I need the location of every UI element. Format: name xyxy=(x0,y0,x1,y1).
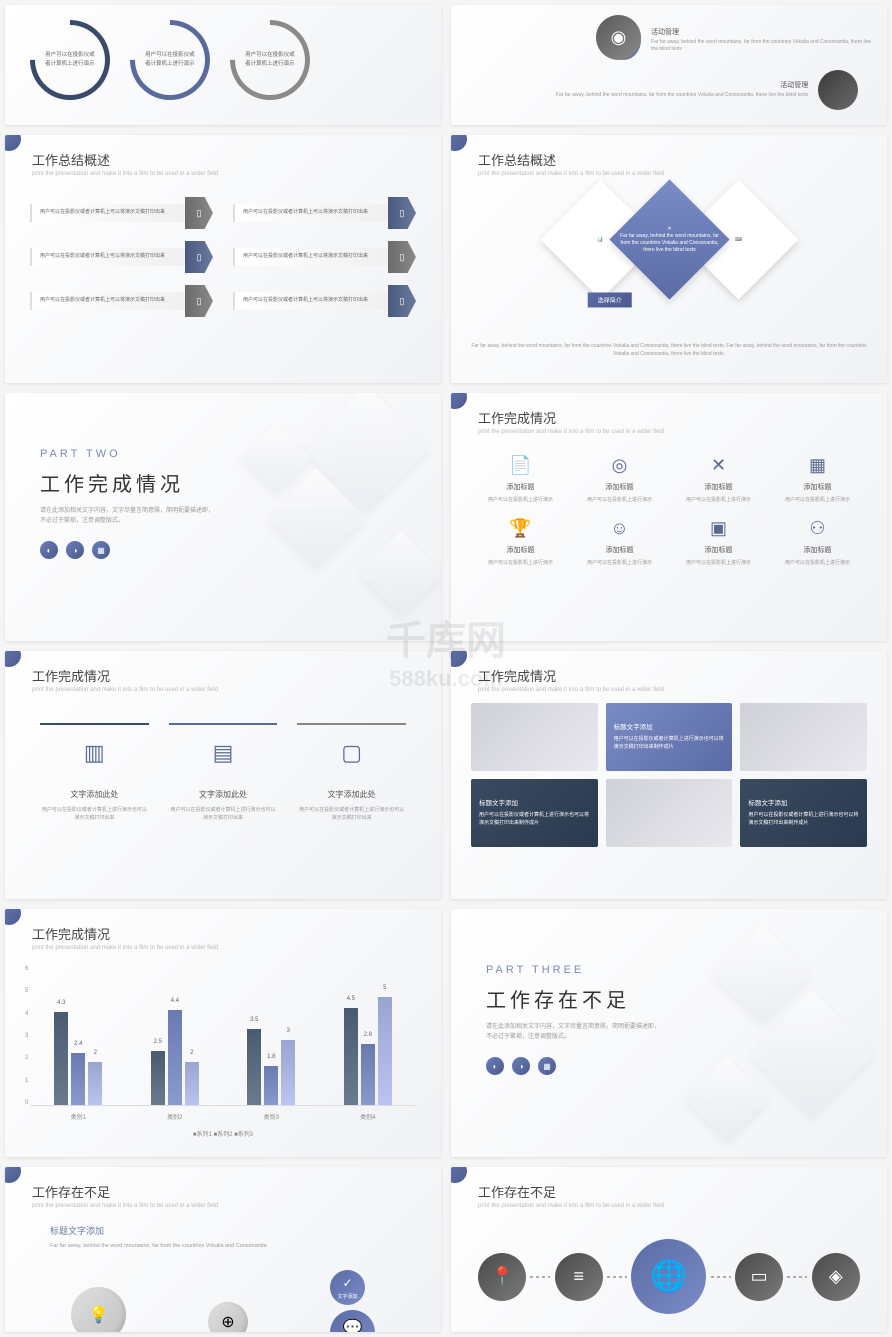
phone-icon: ▯ xyxy=(185,285,213,317)
activity-title-1: 活动管理 xyxy=(651,27,872,37)
slide-deficiency-bubbles: 工作存在不足 print the presentation and make i… xyxy=(5,1167,441,1332)
trophy-icon: 🏆 xyxy=(476,518,565,539)
slide-subtitle: print the presentation and make it into … xyxy=(32,1203,426,1209)
arrow-text: 用户可以在投影仪或者计算机上可以将演示文稿打印出来 xyxy=(233,292,388,310)
bulb-icon: 💡 xyxy=(71,1287,126,1332)
slide-activity: ⊞ 活动管理 Far far away, behind the word mou… xyxy=(451,5,887,125)
window-icon: ▢ xyxy=(297,723,406,781)
bar-chart: 6543210 4.32.422.54.423.51.834.52.85 类别1… xyxy=(20,951,426,1131)
arrow-text: 用户可以在投影仪或者计算机上可以将演示文稿打印出来 xyxy=(30,248,185,266)
diamond-center: ✕Far far away, behind the word mountains… xyxy=(609,179,729,299)
circle-2: 用户可以在投影仪或者计算机上进行演示 xyxy=(113,5,226,117)
slide-summary-arrows: 工作总结概述 print the presentation and make i… xyxy=(5,135,441,383)
diamond-label: 选择简介 xyxy=(587,292,631,307)
chart-icon: ▥ xyxy=(40,723,149,781)
text-card: 标题文字添加用户可以在投影仪或者计算机上进行演示也可以将演示文稿打印出来制作成片 xyxy=(471,779,598,847)
globe-icon: ⊕ xyxy=(208,1302,248,1332)
slide-summary-diamonds: 工作总结概述 print the presentation and make i… xyxy=(451,135,887,383)
part-label: PART TWO xyxy=(40,448,426,460)
slide-part-three: PART THREE 工作存在不足 请在此添加相关文字内容，文字尽量言简意赅，简… xyxy=(451,909,887,1157)
slide-title: 工作完成情况 xyxy=(478,408,872,427)
phone-icon: ▯ xyxy=(388,197,416,229)
globe-icon: 🌐 xyxy=(631,1239,706,1314)
building-icon: ▤ xyxy=(169,723,278,781)
chat-icon: 💬文字添加 xyxy=(330,1310,375,1332)
apple-icon xyxy=(818,70,858,110)
activity-desc-1: Far far away, behind the word mountains,… xyxy=(651,39,872,54)
slide-deficiency-flow: 工作存在不足 print the presentation and make i… xyxy=(451,1167,887,1332)
icon-2: ◑ xyxy=(512,1057,530,1075)
arrow-text: 用户可以在投影仪或者计算机上可以将演示文稿打印出来 xyxy=(233,204,388,222)
part-title: 工作完成情况 xyxy=(40,468,426,497)
head-icon: ☺ xyxy=(575,518,664,539)
img-card xyxy=(606,779,733,847)
tools-icon: ✕ xyxy=(674,455,763,476)
activity-desc-2: Far far away, behind the word mountains,… xyxy=(556,92,808,100)
slide-circles: 用户可以在投影仪或者计算机上进行演示 用户可以在投影仪或者计算机上进行演示 用户… xyxy=(5,5,441,125)
icon-3: ▦ xyxy=(538,1057,556,1075)
camera-icon: ◉ xyxy=(596,15,641,60)
activity-title-2: 活动管理 xyxy=(556,80,808,90)
slide-part-two: PART TWO 工作完成情况 请在此添加相关文字内容，文字尽量言简意赅，简明扼… xyxy=(5,393,441,641)
news-icon: ▦ xyxy=(773,455,862,476)
img-card xyxy=(471,703,598,771)
icon-2: ◑ xyxy=(66,541,84,559)
img-card xyxy=(740,703,867,771)
diamond-icon: ◈ xyxy=(812,1253,860,1301)
slide-title: 工作存在不足 xyxy=(478,1182,872,1201)
circle-3: 用户可以在投影仪或者计算机上进行演示 xyxy=(213,5,326,117)
people-icon: ⚇ xyxy=(773,518,862,539)
phone-icon: ▯ xyxy=(388,285,416,317)
slide-title: 工作总结概述 xyxy=(478,150,872,169)
phone-icon: ▯ xyxy=(185,197,213,229)
diamond-desc: Far far away, behind the word mountains,… xyxy=(466,342,872,358)
arrow-text: 用户可以在投影仪或者计算机上可以将演示文稿打印出来 xyxy=(233,248,388,266)
book-icon: ▣ xyxy=(674,518,763,539)
slide-completion-three: 工作完成情况 print the presentation and make i… xyxy=(5,651,441,899)
pin-icon: 📍 xyxy=(478,1253,526,1301)
doc-icon: 📄 xyxy=(476,455,565,476)
check-icon: ✓文字添加 xyxy=(330,1270,365,1305)
flow-desc: Far far away, behind the word mountains,… xyxy=(50,1242,426,1250)
slide-title: 工作总结概述 xyxy=(32,150,426,169)
flow-title: 标题文字添加 xyxy=(50,1224,426,1237)
part-label: PART THREE xyxy=(486,964,872,976)
text-card: 标题文字添加用户可以在投影仪或者计算机上进行演示也可以将演示文稿打印出来制作成片 xyxy=(740,779,867,847)
slide-completion-icons: 工作完成情况 print the presentation and make i… xyxy=(451,393,887,641)
icon-3: ▦ xyxy=(92,541,110,559)
slide-title: 工作完成情况 xyxy=(478,666,872,685)
target-icon: ◎ xyxy=(575,455,664,476)
db-icon: ≡ xyxy=(555,1253,603,1301)
phone-icon: ▯ xyxy=(185,241,213,273)
slide-title: 工作完成情况 xyxy=(32,924,426,943)
arrow-text: 用户可以在投影仪或者计算机上可以将演示文稿打印出来 xyxy=(30,204,185,222)
text-card: 标题文字添加用户可以在投影仪或者计算机上进行演示也可以将演示文稿打印出来制作成片 xyxy=(606,703,733,771)
monitor-icon: ▭ xyxy=(735,1253,783,1301)
circle-1: 用户可以在投影仪或者计算机上进行演示 xyxy=(13,5,126,117)
icon-1: ◐ xyxy=(486,1057,504,1075)
slide-completion-chart: 工作完成情况 print the presentation and make i… xyxy=(5,909,441,1157)
icon-1: ◐ xyxy=(40,541,58,559)
part-title: 工作存在不足 xyxy=(486,984,872,1013)
arrow-text: 用户可以在投影仪或者计算机上可以将演示文稿打印出来 xyxy=(30,292,185,310)
phone-icon: ▯ xyxy=(388,241,416,273)
slide-completion-images: 工作完成情况 print the presentation and make i… xyxy=(451,651,887,899)
slide-title: 工作存在不足 xyxy=(32,1182,426,1201)
slide-title: 工作完成情况 xyxy=(32,666,426,685)
